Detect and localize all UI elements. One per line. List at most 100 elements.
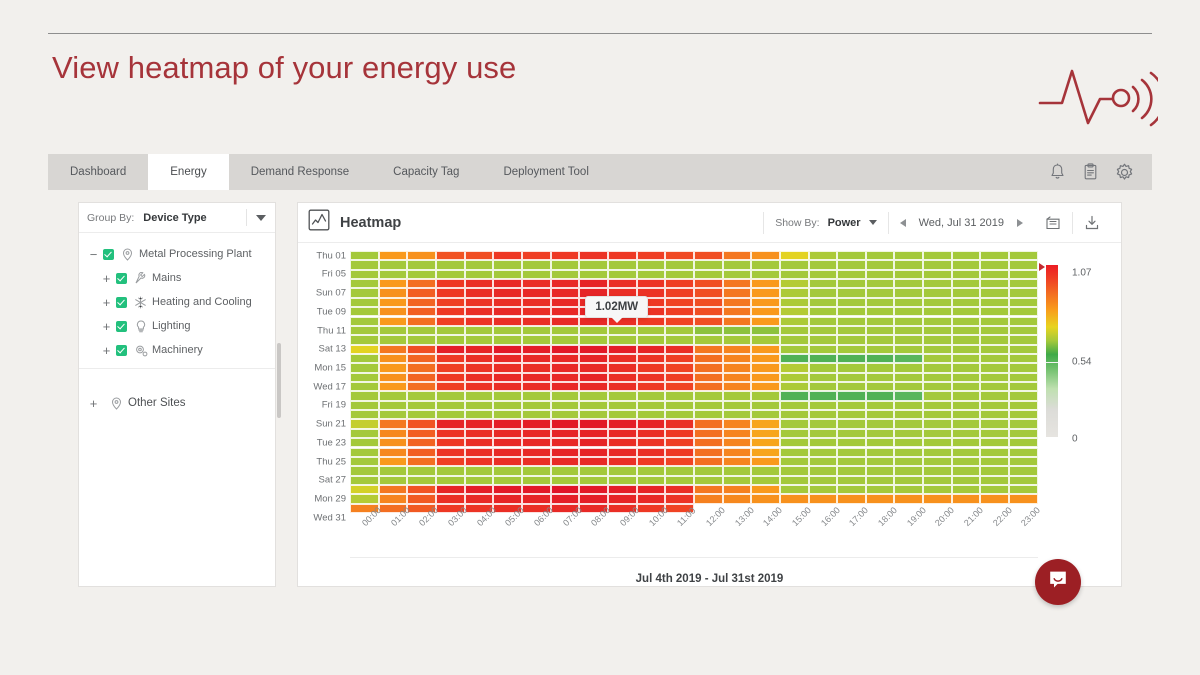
- heatmap-cell[interactable]: [379, 373, 408, 382]
- heatmap-cell[interactable]: [436, 429, 465, 438]
- heatmap-cell[interactable]: [866, 457, 895, 466]
- heatmap-cell[interactable]: [493, 326, 522, 335]
- heatmap-cell[interactable]: [522, 485, 551, 494]
- heatmap-cell[interactable]: [350, 410, 379, 419]
- heatmap-cell[interactable]: [465, 279, 494, 288]
- heatmap-cell[interactable]: [694, 485, 723, 494]
- heatmap-cell[interactable]: [436, 466, 465, 475]
- heatmap-cell[interactable]: [694, 391, 723, 400]
- heatmap-cell[interactable]: [350, 494, 379, 503]
- heatmap-cell[interactable]: [579, 476, 608, 485]
- heatmap-cell[interactable]: [522, 476, 551, 485]
- heatmap-cell[interactable]: [723, 494, 752, 503]
- heatmap-cell[interactable]: [894, 270, 923, 279]
- tree-checkbox[interactable]: [116, 345, 127, 356]
- heatmap-cell[interactable]: [809, 317, 838, 326]
- heatmap-cell[interactable]: [522, 457, 551, 466]
- heatmap-cell[interactable]: [923, 391, 952, 400]
- heatmap-cell[interactable]: [522, 391, 551, 400]
- heatmap-cell[interactable]: [952, 382, 981, 391]
- heatmap-cell[interactable]: [952, 317, 981, 326]
- tree-item-other-sites[interactable]: + Other Sites: [79, 391, 275, 415]
- heatmap-cell[interactable]: [522, 363, 551, 372]
- heatmap-cell[interactable]: [952, 298, 981, 307]
- heatmap-cell[interactable]: [350, 419, 379, 428]
- heatmap-cell[interactable]: [350, 485, 379, 494]
- heatmap-cell[interactable]: [465, 363, 494, 372]
- heatmap-cell[interactable]: [809, 251, 838, 260]
- heatmap-cell[interactable]: [522, 279, 551, 288]
- heatmap-cell[interactable]: [894, 485, 923, 494]
- heatmap-cell[interactable]: [608, 419, 637, 428]
- heatmap-cell[interactable]: [980, 466, 1009, 475]
- heatmap-cell[interactable]: [665, 288, 694, 297]
- heatmap-cell[interactable]: [350, 401, 379, 410]
- heatmap-cell[interactable]: [379, 485, 408, 494]
- heatmap-cell[interactable]: [551, 466, 580, 475]
- heatmap-cell[interactable]: [637, 260, 666, 269]
- heatmap-cell[interactable]: [837, 457, 866, 466]
- heatmap-cell[interactable]: [923, 270, 952, 279]
- heatmap-cell[interactable]: [493, 410, 522, 419]
- heatmap-cell[interactable]: [723, 457, 752, 466]
- heatmap-cell[interactable]: [436, 448, 465, 457]
- heatmap-cell[interactable]: [751, 438, 780, 447]
- heatmap-cell[interactable]: [579, 485, 608, 494]
- heatmap-cell[interactable]: [952, 391, 981, 400]
- heatmap-cell[interactable]: [522, 410, 551, 419]
- heatmap-cell[interactable]: [751, 466, 780, 475]
- heatmap-cell[interactable]: [866, 438, 895, 447]
- heatmap-cell[interactable]: [665, 466, 694, 475]
- heatmap-cell[interactable]: [923, 448, 952, 457]
- heatmap-cell[interactable]: [522, 345, 551, 354]
- heatmap-cell[interactable]: [1009, 429, 1038, 438]
- heatmap-cell[interactable]: [522, 326, 551, 335]
- heatmap-cell[interactable]: [837, 251, 866, 260]
- heatmap-cell[interactable]: [980, 448, 1009, 457]
- heatmap-cell[interactable]: [952, 335, 981, 344]
- heatmap-cell[interactable]: [407, 457, 436, 466]
- heatmap-cell[interactable]: [894, 466, 923, 475]
- heatmap-cell[interactable]: [723, 429, 752, 438]
- heatmap-cell[interactable]: [407, 448, 436, 457]
- heatmap-cell[interactable]: [579, 345, 608, 354]
- heatmap-cell[interactable]: [751, 410, 780, 419]
- heatmap-cell[interactable]: [637, 466, 666, 475]
- heatmap-cell[interactable]: [522, 317, 551, 326]
- heatmap-cell[interactable]: [407, 363, 436, 372]
- heatmap-cell[interactable]: [637, 457, 666, 466]
- heatmap-cell[interactable]: [493, 457, 522, 466]
- show-by-selector[interactable]: Show By: Power: [764, 212, 887, 234]
- heatmap-cell[interactable]: [350, 354, 379, 363]
- heatmap-cell[interactable]: [980, 373, 1009, 382]
- heatmap-cell[interactable]: [665, 251, 694, 260]
- heatmap-cell[interactable]: [780, 354, 809, 363]
- heatmap-cell[interactable]: [751, 260, 780, 269]
- heatmap-cell[interactable]: [493, 288, 522, 297]
- heatmap-cell[interactable]: [952, 251, 981, 260]
- heatmap-cell[interactable]: [723, 466, 752, 475]
- heatmap-cell[interactable]: [894, 391, 923, 400]
- heatmap-cell[interactable]: [551, 419, 580, 428]
- heatmap-cell[interactable]: [551, 448, 580, 457]
- heatmap-cell[interactable]: [493, 251, 522, 260]
- heatmap-cell[interactable]: [637, 401, 666, 410]
- tree-toggle[interactable]: −: [88, 248, 99, 261]
- heatmap-cell[interactable]: [551, 326, 580, 335]
- heatmap-cell[interactable]: [579, 429, 608, 438]
- heatmap-cell[interactable]: [608, 279, 637, 288]
- download-button[interactable]: [1073, 212, 1111, 234]
- heatmap-cell[interactable]: [780, 419, 809, 428]
- heatmap-cell[interactable]: [379, 401, 408, 410]
- heatmap-cell[interactable]: [665, 298, 694, 307]
- heatmap-cell[interactable]: [780, 279, 809, 288]
- heatmap-cell[interactable]: [522, 307, 551, 316]
- heatmap-cell[interactable]: [980, 354, 1009, 363]
- heatmap-cell[interactable]: [350, 457, 379, 466]
- heatmap-cell[interactable]: [894, 457, 923, 466]
- heatmap-cell[interactable]: [436, 354, 465, 363]
- heatmap-cell[interactable]: [493, 279, 522, 288]
- heatmap-cell[interactable]: [952, 373, 981, 382]
- heatmap-cell[interactable]: [665, 326, 694, 335]
- heatmap-cell[interactable]: [608, 270, 637, 279]
